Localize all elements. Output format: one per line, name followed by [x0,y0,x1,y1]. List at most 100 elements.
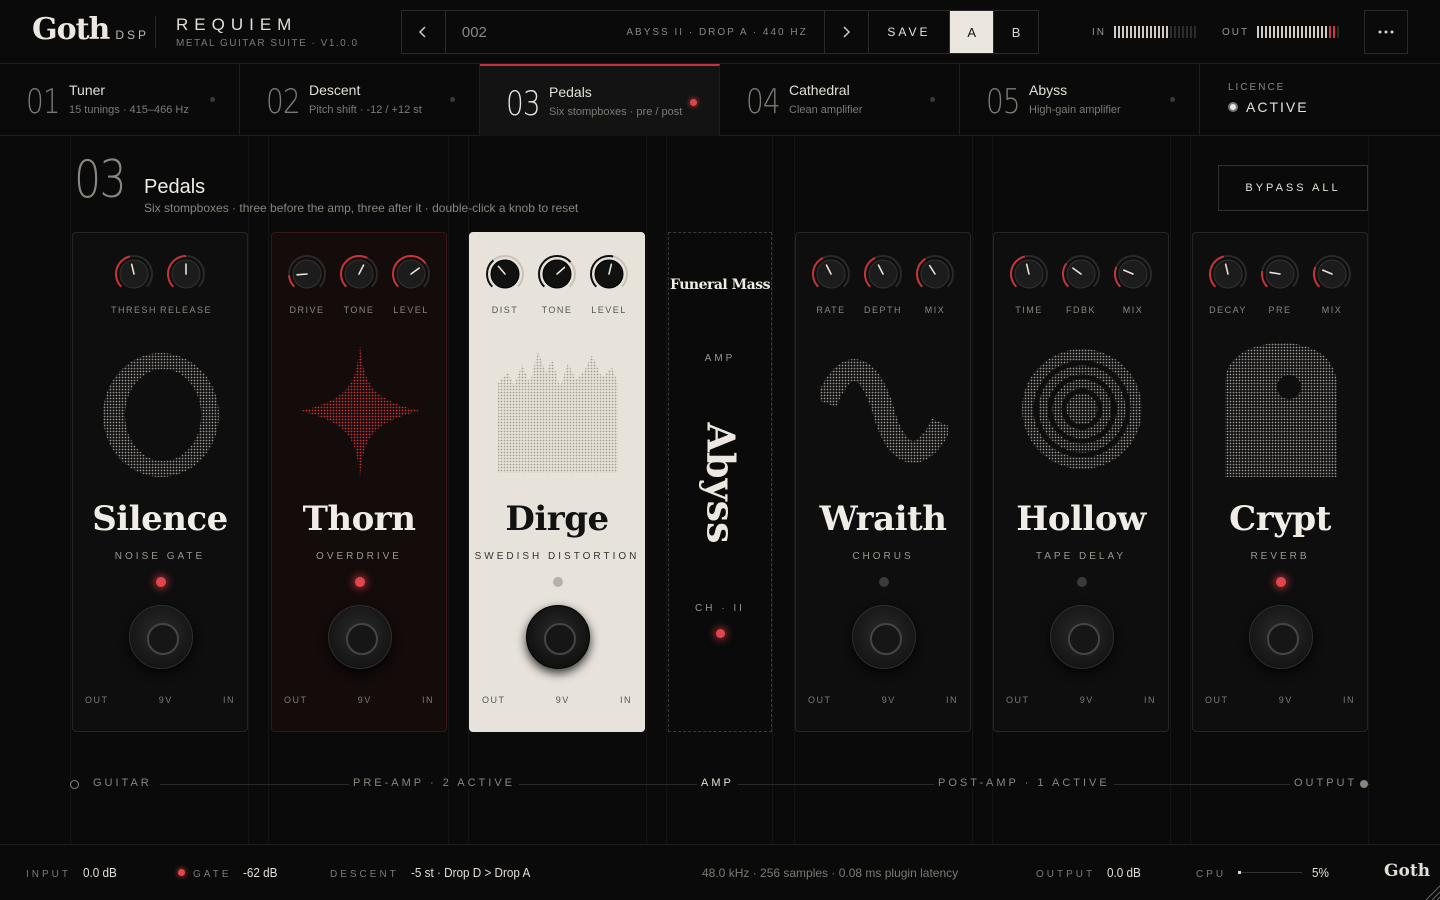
footer-gate-label: GATE [193,869,232,880]
knob-label: TONE [343,305,375,315]
pedal-hollow[interactable]: TIME FDBK MIX Hollow TAPE DELAY OUT 9V I… [993,232,1169,732]
tab-tuner[interactable]: 01 Tuner 15 tunings · 415–466 Hz [0,64,240,136]
meter-segment [1309,26,1312,38]
knob-level[interactable]: LEVEL [390,253,432,315]
footswitch-button[interactable] [1050,605,1114,669]
footer-output-label: OUTPUT [1036,869,1096,880]
knob-thresh[interactable]: THRESH [111,253,156,315]
meter-segment [1277,26,1280,38]
knob-time[interactable]: TIME [1008,253,1050,315]
jack-power-label: 9V [357,695,372,705]
more-horizontal-icon [1378,30,1394,34]
pedal-silence[interactable]: THRESH RELEASE Silence NOISE GATE OUT 9V… [72,232,248,732]
jack-power-label: 9V [881,695,896,705]
meter-segment [1293,26,1296,38]
pedal-jacks: OUT 9V IN [1205,695,1355,705]
pedal-jacks: OUT 9V IN [482,695,632,705]
footswitch-button[interactable] [328,605,392,669]
preset-next-button[interactable] [825,11,869,53]
knob-tone[interactable]: TONE [338,253,380,315]
knob-release[interactable]: RELEASE [160,253,211,315]
knob-mix[interactable]: MIX [914,253,956,315]
meter-segment [1289,26,1292,38]
slot-b-button[interactable]: B [994,11,1038,53]
pedal-led [553,577,563,587]
meter-segment [1122,26,1124,38]
meter-segment [1317,26,1320,38]
pedal-jacks: OUT 9V IN [1006,695,1156,705]
meter-segment [1194,26,1196,38]
footswitch-button[interactable] [1249,605,1313,669]
meter-segment [1158,26,1160,38]
tab-number: 05 [986,82,1021,122]
tab-descent[interactable]: 02 Descent Pitch shift · -12 / +12 st [240,64,480,136]
pedal-jacks: OUT 9V IN [284,695,434,705]
knob-rate[interactable]: RATE [810,253,852,315]
amp-led [716,629,725,638]
jack-power-label: 9V [1079,695,1094,705]
preset-prev-button[interactable] [402,11,446,53]
pedal-crypt[interactable]: DECAY PRE MIX Crypt REVERB OUT 9V IN [1192,232,1368,732]
jack-in-label: IN [1143,695,1156,705]
knob-tone[interactable]: TONE [536,253,578,315]
pedal-thorn[interactable]: DRIVE TONE LEVEL Thorn OVERDRIVE OUT 9V … [271,232,447,732]
signal-chain: GUITAR PRE-AMP · 2 ACTIVE AMP POST-AMP ·… [70,776,1370,792]
footer-cpu-value: 5% [1312,865,1330,880]
knob-label: FDBK [1065,305,1096,315]
engine-status: 48.0 kHz · 256 samples · 0.08 ms plugin … [702,866,959,880]
pedal-dirge[interactable]: DIST TONE LEVEL Dirge SWEDISH DISTORTION… [469,232,645,732]
knob-decay[interactable]: DECAY [1207,253,1249,315]
input-meter-label: IN [1092,26,1106,38]
section-subtitle: Six stompboxes · three before the amp, t… [144,201,579,215]
pedal-knobs: DIST TONE LEVEL [470,253,644,315]
bypass-all-button[interactable]: BYPASS ALL [1218,165,1368,211]
footer-input-label: INPUT [26,869,71,880]
knob-mix[interactable]: MIX [1311,253,1353,315]
knob-label: RATE [816,305,846,315]
knob-dial-icon [1114,255,1152,289]
tab-abyss[interactable]: 05 Abyss High-gain amplifier [960,64,1200,136]
knob-depth[interactable]: DEPTH [862,253,904,315]
footswitch-button[interactable] [129,605,193,669]
knob-dial-icon [1010,255,1048,289]
tab-cathedral[interactable]: 04 Cathedral Clean amplifier [720,64,960,136]
knob-dist[interactable]: DIST [484,253,526,315]
preset-selector[interactable]: 002 Funeral Mass ABYSS II · DROP A · 440… [446,11,825,293]
resize-grip-icon[interactable] [1422,882,1440,900]
meter-segment [1154,26,1156,38]
footer-gate: GATE -62 dB [178,865,282,880]
footer-gate-value[interactable]: -62 dB [243,865,277,880]
pedal-led [355,577,365,587]
footswitch-button[interactable] [526,605,590,669]
licence-status: LICENCE ACTIVE [1228,82,1309,115]
footer-input-value[interactable]: 0.0 dB [83,865,117,880]
tab-status-dot [1170,97,1175,102]
knob-dial-icon [538,255,576,289]
slot-a-button[interactable]: A [950,11,995,53]
cpu-meter [1238,871,1303,874]
amp-slot[interactable]: AMP Abyss CH · II [668,232,772,732]
knob-pre[interactable]: PRE [1259,253,1301,315]
menu-button[interactable] [1364,10,1408,54]
knob-level[interactable]: LEVEL [588,253,630,315]
jack-out-label: OUT [284,695,308,705]
footer-output-value[interactable]: 0.0 dB [1107,865,1141,880]
knob-label: TONE [541,305,573,315]
tab-number: 02 [266,82,301,122]
footswitch-button[interactable] [852,605,916,669]
pedal-wraith[interactable]: RATE DEPTH MIX Wraith CHORUS OUT 9V IN [795,232,971,732]
meter-segment [1130,26,1132,38]
meter-segment [1329,26,1332,38]
save-button[interactable]: SAVE [869,11,951,53]
meter-segment [1305,26,1308,38]
knob-label: DRIVE [289,305,325,315]
knob-label: MIX [1122,305,1144,315]
pedal-knobs: TIME FDBK MIX [994,253,1168,315]
tab-pedals[interactable]: 03 Pedals Six stompboxes · pre / post [480,64,720,136]
pedal-knobs: THRESH RELEASE [73,253,247,315]
knob-drive[interactable]: DRIVE [286,253,328,315]
amp-name: Abyss [698,422,744,544]
knob-mix[interactable]: MIX [1112,253,1154,315]
knob-fdbk[interactable]: FDBK [1060,253,1102,315]
footer-descent-value[interactable]: -5 st · Drop D > Drop A [411,865,530,880]
